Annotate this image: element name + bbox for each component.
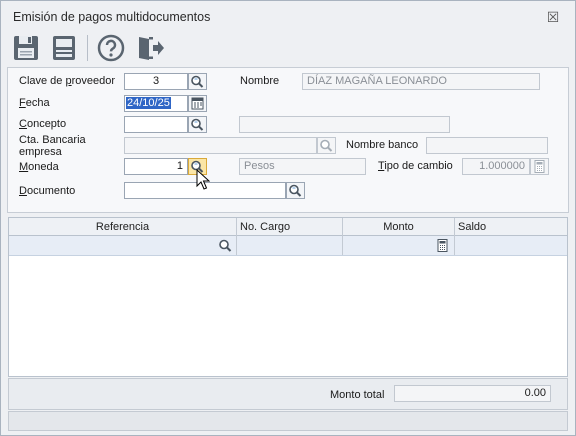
- moneda-description: Pesos: [239, 158, 366, 175]
- status-bar: [8, 411, 568, 431]
- toolbar-separator: [87, 35, 88, 61]
- calculator-button: [530, 158, 549, 175]
- nombre-field: DÍAZ MAGAÑA LEONARDO: [302, 73, 540, 90]
- tipo-cambio-label: Tipo de cambio: [378, 160, 453, 172]
- magnifier-icon: [191, 118, 204, 131]
- filter-lookup-button[interactable]: [217, 238, 234, 256]
- proveedor-lookup-button[interactable]: [188, 73, 207, 90]
- column-header-referencia[interactable]: Referencia: [9, 218, 237, 236]
- fecha-input[interactable]: 24/10/25: [124, 95, 188, 112]
- totals-bar: Monto total 0.00: [8, 378, 568, 410]
- filter-cell-monto[interactable]: [343, 236, 455, 255]
- grid-header: Referencia No. Cargo Monto Saldo: [9, 218, 567, 236]
- documento-lookup-button[interactable]: [286, 182, 305, 199]
- save-icon: [14, 36, 38, 60]
- cta-bancaria-label: Cta. Bancaria empresa: [19, 134, 86, 158]
- concepto-description: [239, 116, 450, 133]
- column-header-saldo[interactable]: Saldo: [455, 218, 567, 236]
- calculator-icon: [437, 239, 448, 252]
- print-button[interactable]: [49, 33, 79, 63]
- concepto-label: Concepto: [19, 118, 67, 130]
- filter-cell-referencia[interactable]: [9, 236, 237, 255]
- documento-label: Documento: [19, 185, 76, 197]
- concepto-lookup-button[interactable]: [188, 116, 207, 133]
- save-button[interactable]: [11, 33, 41, 63]
- filter-cell-saldo[interactable]: [455, 236, 567, 255]
- window-title: Emisión de pagos multidocumentos: [13, 10, 211, 24]
- moneda-lookup-button[interactable]: [188, 158, 207, 175]
- fecha-label: Fecha: [19, 97, 50, 109]
- magnifier-icon: [219, 239, 232, 252]
- moneda-label: Moneda: [19, 161, 59, 173]
- documento-input[interactable]: [124, 182, 286, 199]
- moneda-input[interactable]: 1: [124, 158, 188, 175]
- toolbar: [1, 31, 575, 65]
- column-header-no-cargo[interactable]: No. Cargo: [237, 218, 343, 236]
- nombre-label: Nombre: [240, 75, 280, 87]
- title-bar: Emisión de pagos multidocumentos ☒: [1, 1, 575, 31]
- monto-total-field: 0.00: [394, 385, 551, 402]
- exit-icon: [139, 37, 164, 60]
- concepto-input[interactable]: [124, 116, 188, 133]
- magnifier-icon: [191, 160, 204, 173]
- proveedor-label: Clave de proveedor: [19, 75, 116, 87]
- magnifier-icon: [191, 75, 204, 88]
- proveedor-input[interactable]: 3: [124, 73, 188, 90]
- cta-bancaria-lookup-button: [317, 137, 336, 154]
- column-header-monto[interactable]: Monto: [343, 218, 455, 236]
- monto-total-label: Monto total: [330, 389, 385, 401]
- help-button[interactable]: [96, 33, 126, 63]
- grid-filter-row: [9, 236, 567, 256]
- calendar-icon: [191, 97, 204, 110]
- nombre-banco-field: [426, 137, 548, 154]
- header-form: Clave de proveedor 3 Nombre DÍAZ MAGAÑA …: [7, 67, 569, 213]
- close-button[interactable]: ☒: [546, 10, 560, 24]
- documents-grid[interactable]: Referencia No. Cargo Monto Saldo: [8, 217, 568, 377]
- magnifier-icon: [320, 139, 333, 152]
- calendar-button[interactable]: [188, 95, 207, 112]
- calculator-icon: [534, 160, 545, 173]
- tipo-cambio-field: 1.000000: [462, 158, 530, 175]
- help-icon: [97, 34, 125, 62]
- exit-button[interactable]: [135, 33, 165, 63]
- cta-bancaria-input: [124, 137, 317, 154]
- payment-window: Emisión de pagos multidocumentos ☒ Clave…: [0, 0, 576, 436]
- print-icon: [53, 36, 75, 60]
- nombre-banco-label: Nombre banco: [346, 139, 419, 151]
- filter-calculator-button[interactable]: [436, 238, 450, 256]
- fecha-selected-text: 24/10/25: [126, 97, 171, 109]
- magnifier-icon: [289, 184, 302, 197]
- filter-cell-no-cargo[interactable]: [237, 236, 343, 255]
